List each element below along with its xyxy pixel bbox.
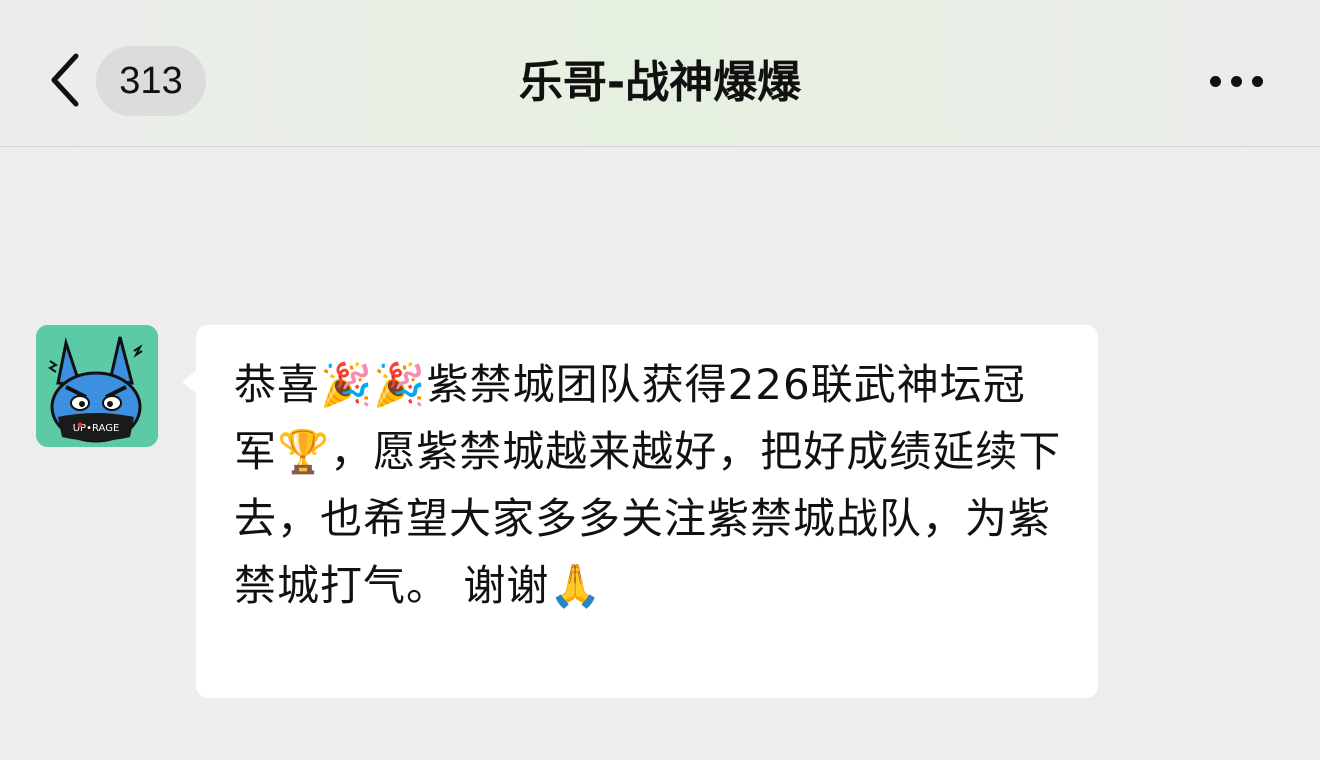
more-options-button[interactable] (1196, 56, 1276, 106)
unread-count-badge[interactable]: 313 (96, 46, 206, 116)
chevron-left-icon (51, 53, 79, 107)
bubble-tail (182, 370, 197, 394)
rabbit-avatar-icon: UP•RAGE (36, 325, 158, 447)
chat-title: 乐哥-战神爆爆 (518, 57, 802, 108)
message-bubble[interactable]: 恭喜🎉🎉紫禁城团队获得226联武神坛冠军🏆，愿紫禁城越来越好，把好成绩延续下去，… (196, 325, 1098, 698)
chat-screen: 313 乐哥-战神爆爆 UP•RAGE 恭喜🎉🎉紫禁城团队获得226联武神坛冠军… (0, 0, 1320, 760)
chat-header: 313 乐哥-战神爆爆 (0, 0, 1320, 147)
more-dot (1209, 75, 1221, 87)
back-button[interactable] (40, 48, 90, 112)
message-text: 恭喜🎉🎉紫禁城团队获得226联武神坛冠军🏆，愿紫禁城越来越好，把好成绩延续下去，… (234, 360, 1062, 610)
more-dot (1251, 75, 1263, 87)
more-dot (1230, 75, 1242, 87)
sender-avatar[interactable]: UP•RAGE (36, 325, 158, 447)
